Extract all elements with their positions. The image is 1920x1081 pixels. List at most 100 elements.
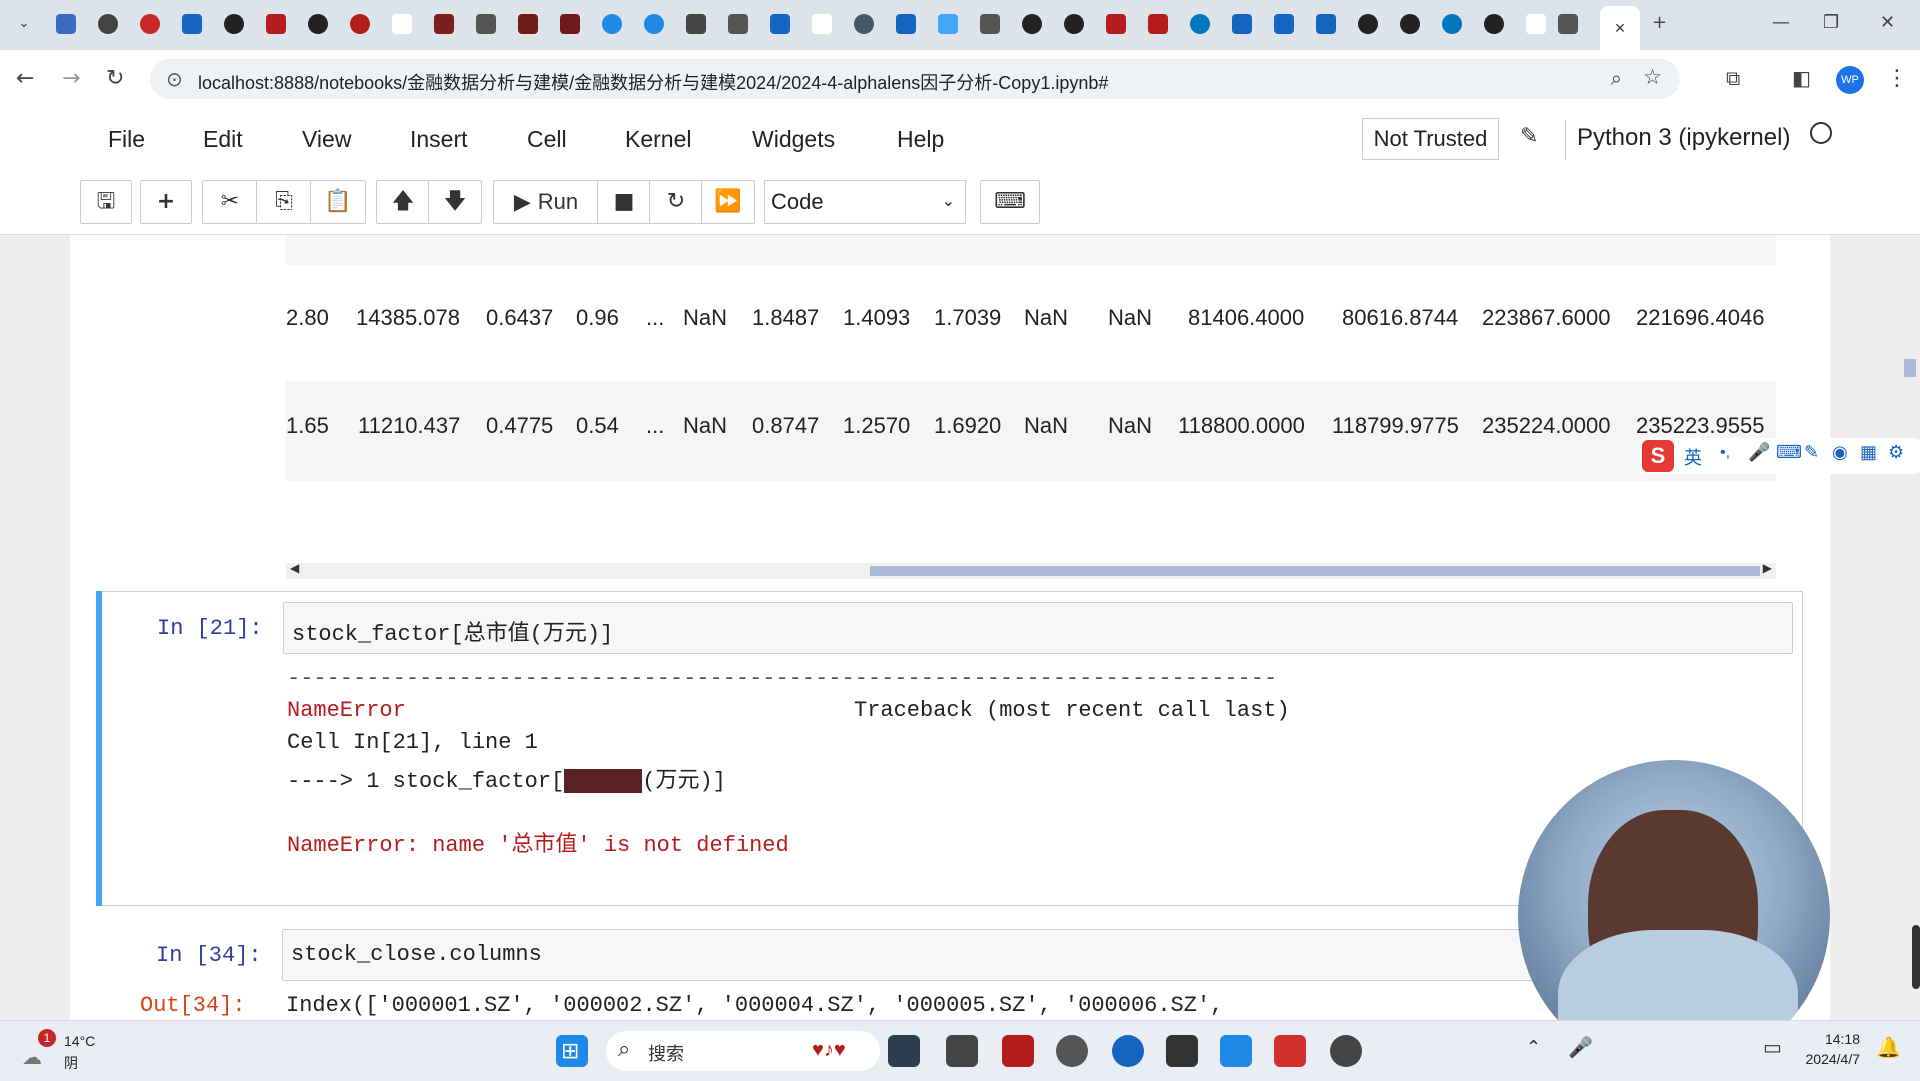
plus-icon[interactable]: + bbox=[1652, 12, 1667, 33]
tab-favicon-2[interactable] bbox=[98, 14, 118, 34]
kernel-name[interactable]: Python 3 (ipykernel) bbox=[1577, 124, 1790, 152]
tab-favicon-github-6[interactable] bbox=[1400, 14, 1420, 34]
browser-menu-icon[interactable]: ⋮ bbox=[1886, 66, 1908, 91]
cell-type-select[interactable]: Code ⌄ bbox=[764, 180, 966, 224]
tab-favicon-23[interactable] bbox=[1442, 14, 1462, 34]
back-arrow-icon[interactable]: ← bbox=[16, 66, 34, 91]
taskbar-app-5[interactable] bbox=[1112, 1035, 1144, 1067]
extensions-icon[interactable]: ⧉ bbox=[1726, 66, 1740, 90]
tab-favicon-12[interactable] bbox=[644, 14, 664, 34]
profile-avatar[interactable]: WP bbox=[1836, 66, 1864, 94]
clock-time[interactable]: 14:18 bbox=[1788, 1031, 1860, 1047]
tab-favicon-1[interactable] bbox=[56, 14, 76, 34]
tab-favicon-19[interactable] bbox=[980, 14, 1000, 34]
scroll-left-icon[interactable]: ◀ bbox=[290, 561, 299, 575]
tab-favicon-9[interactable] bbox=[518, 14, 538, 34]
tab-list-icon[interactable]: ⌄ bbox=[14, 14, 34, 34]
zoom-icon[interactable]: ⌕ bbox=[1611, 66, 1622, 90]
tray-battery-icon[interactable]: ▭ bbox=[1763, 1035, 1782, 1060]
tab-favicon-16[interactable] bbox=[854, 14, 874, 34]
close-icon[interactable]: × bbox=[1615, 18, 1626, 38]
menu-kernel[interactable]: Kernel bbox=[625, 126, 691, 153]
move-up-button[interactable]: 🡅 bbox=[376, 180, 430, 224]
keyboard-icon[interactable]: ⌨ bbox=[1776, 442, 1802, 463]
tab-favicon-zhihu-1[interactable] bbox=[182, 14, 202, 34]
restart-button[interactable]: ↻ bbox=[649, 180, 703, 224]
code-text[interactable]: stock_close.columns bbox=[291, 942, 542, 967]
clock-date[interactable]: 2024/4/7 bbox=[1788, 1051, 1861, 1067]
code-editor[interactable]: stock_factor[总市值(万元)] bbox=[283, 602, 1793, 654]
ime-toolbar[interactable]: S 英 •, 🎤 ⌨ ✎ ◉ ▦ ⚙ bbox=[1640, 438, 1920, 474]
tab-favicon-3[interactable] bbox=[140, 14, 160, 34]
tab-favicon-7[interactable] bbox=[434, 14, 454, 34]
menu-widgets[interactable]: Widgets bbox=[752, 126, 835, 153]
tab-favicon-11[interactable] bbox=[602, 14, 622, 34]
menu-insert[interactable]: Insert bbox=[410, 126, 468, 153]
tab-favicon-6[interactable] bbox=[392, 14, 412, 34]
tab-favicon-github-1[interactable] bbox=[224, 14, 244, 34]
tab-favicon-21[interactable] bbox=[1148, 14, 1168, 34]
taskbar-app-task-view[interactable] bbox=[888, 1035, 920, 1067]
tab-favicon-13[interactable] bbox=[686, 14, 706, 34]
save-button[interactable]: 🖫 bbox=[80, 180, 132, 224]
skin-icon[interactable]: ✎ bbox=[1804, 442, 1819, 463]
taskbar-search[interactable]: ⌕ 搜索 ♥♪♥ bbox=[606, 1031, 880, 1071]
tab-favicon-20[interactable] bbox=[1106, 14, 1126, 34]
sogou-logo-icon[interactable]: S bbox=[1642, 440, 1674, 472]
tab-favicon-10[interactable] bbox=[560, 14, 580, 34]
df-scrollbar-thumb[interactable] bbox=[870, 566, 1760, 576]
tab-favicon-14[interactable] bbox=[728, 14, 748, 34]
command-palette-button[interactable]: ⌨ bbox=[980, 180, 1040, 224]
page-scrollbar-thumb[interactable] bbox=[1912, 925, 1920, 989]
tray-microphone-icon[interactable]: 🎤 bbox=[1568, 1035, 1593, 1060]
menu-cell[interactable]: Cell bbox=[527, 126, 567, 153]
punctuation-icon[interactable]: •, bbox=[1720, 444, 1730, 462]
tab-favicon-8[interactable] bbox=[476, 14, 496, 34]
taskbar-app-7[interactable] bbox=[1220, 1035, 1252, 1067]
menu-help[interactable]: Help bbox=[897, 126, 944, 153]
interrupt-button[interactable]: ■ bbox=[597, 180, 651, 224]
taskbar-app-9[interactable] bbox=[1330, 1035, 1362, 1067]
menu-file[interactable]: File bbox=[108, 126, 145, 153]
new-tab-button[interactable]: + bbox=[1652, 12, 1667, 33]
tab-favicon-24[interactable] bbox=[1526, 14, 1546, 34]
taskbar-app-terminal[interactable] bbox=[1166, 1035, 1198, 1067]
site-info-icon[interactable]: ⊙ bbox=[166, 67, 183, 91]
weather-widget[interactable]: 1 ☁ bbox=[22, 1029, 56, 1069]
move-down-button[interactable]: 🡇 bbox=[428, 180, 482, 224]
minimize-button[interactable]: — bbox=[1772, 12, 1790, 33]
menu-edit[interactable]: Edit bbox=[203, 126, 243, 153]
notification-bell-icon[interactable]: 🔔 bbox=[1876, 1035, 1901, 1060]
tab-favicon-github-5[interactable] bbox=[1358, 14, 1378, 34]
paste-button[interactable]: 📋 bbox=[310, 180, 366, 224]
bookmark-star-icon[interactable]: ☆ bbox=[1643, 65, 1662, 89]
tab-favicon-15[interactable] bbox=[770, 14, 790, 34]
scroll-right-icon[interactable]: ▶ bbox=[1763, 561, 1772, 575]
df-horizontal-scrollbar[interactable]: ◀ ▶ bbox=[286, 561, 1776, 579]
tab-favicon-zhihu-3[interactable] bbox=[1274, 14, 1294, 34]
active-tab-close-button[interactable]: × bbox=[1600, 6, 1640, 50]
edit-pencil-icon[interactable]: ✎ bbox=[1520, 124, 1538, 149]
restart-run-all-button[interactable]: ⏩ bbox=[701, 180, 755, 224]
taskbar-app-2[interactable] bbox=[946, 1035, 978, 1067]
url-text[interactable]: localhost:8888/notebooks/金融数据分析与建模/金融数据分… bbox=[198, 69, 1108, 95]
tab-favicon-4[interactable] bbox=[266, 14, 286, 34]
run-button[interactable]: ▶ Run bbox=[493, 180, 599, 224]
taskbar-app-wps[interactable] bbox=[1274, 1035, 1306, 1067]
game-icon[interactable]: ◉ bbox=[1832, 442, 1848, 463]
taskbar-app-chrome[interactable] bbox=[1056, 1035, 1088, 1067]
settings-gear-icon[interactable]: ⚙ bbox=[1888, 442, 1904, 463]
reload-icon[interactable]: ↻ bbox=[106, 66, 124, 91]
copy-button[interactable]: ⎘ bbox=[256, 180, 312, 224]
start-button[interactable]: ⊞ bbox=[556, 1035, 588, 1067]
forward-arrow-icon[interactable]: → bbox=[62, 66, 80, 91]
ime-lang-toggle[interactable]: 英 bbox=[1684, 444, 1702, 470]
insert-cell-button[interactable]: + bbox=[140, 180, 192, 224]
taskbar-app-3[interactable] bbox=[1002, 1035, 1034, 1067]
menu-view[interactable]: View bbox=[302, 126, 351, 153]
tab-favicon-github-7[interactable] bbox=[1484, 14, 1504, 34]
code-text[interactable]: stock_factor[总市值(万元)] bbox=[292, 615, 613, 647]
restore-button[interactable]: ❐ bbox=[1823, 12, 1839, 33]
tab-favicon-zhihu-2[interactable] bbox=[1232, 14, 1252, 34]
not-trusted-button[interactable]: Not Trusted bbox=[1362, 118, 1499, 160]
